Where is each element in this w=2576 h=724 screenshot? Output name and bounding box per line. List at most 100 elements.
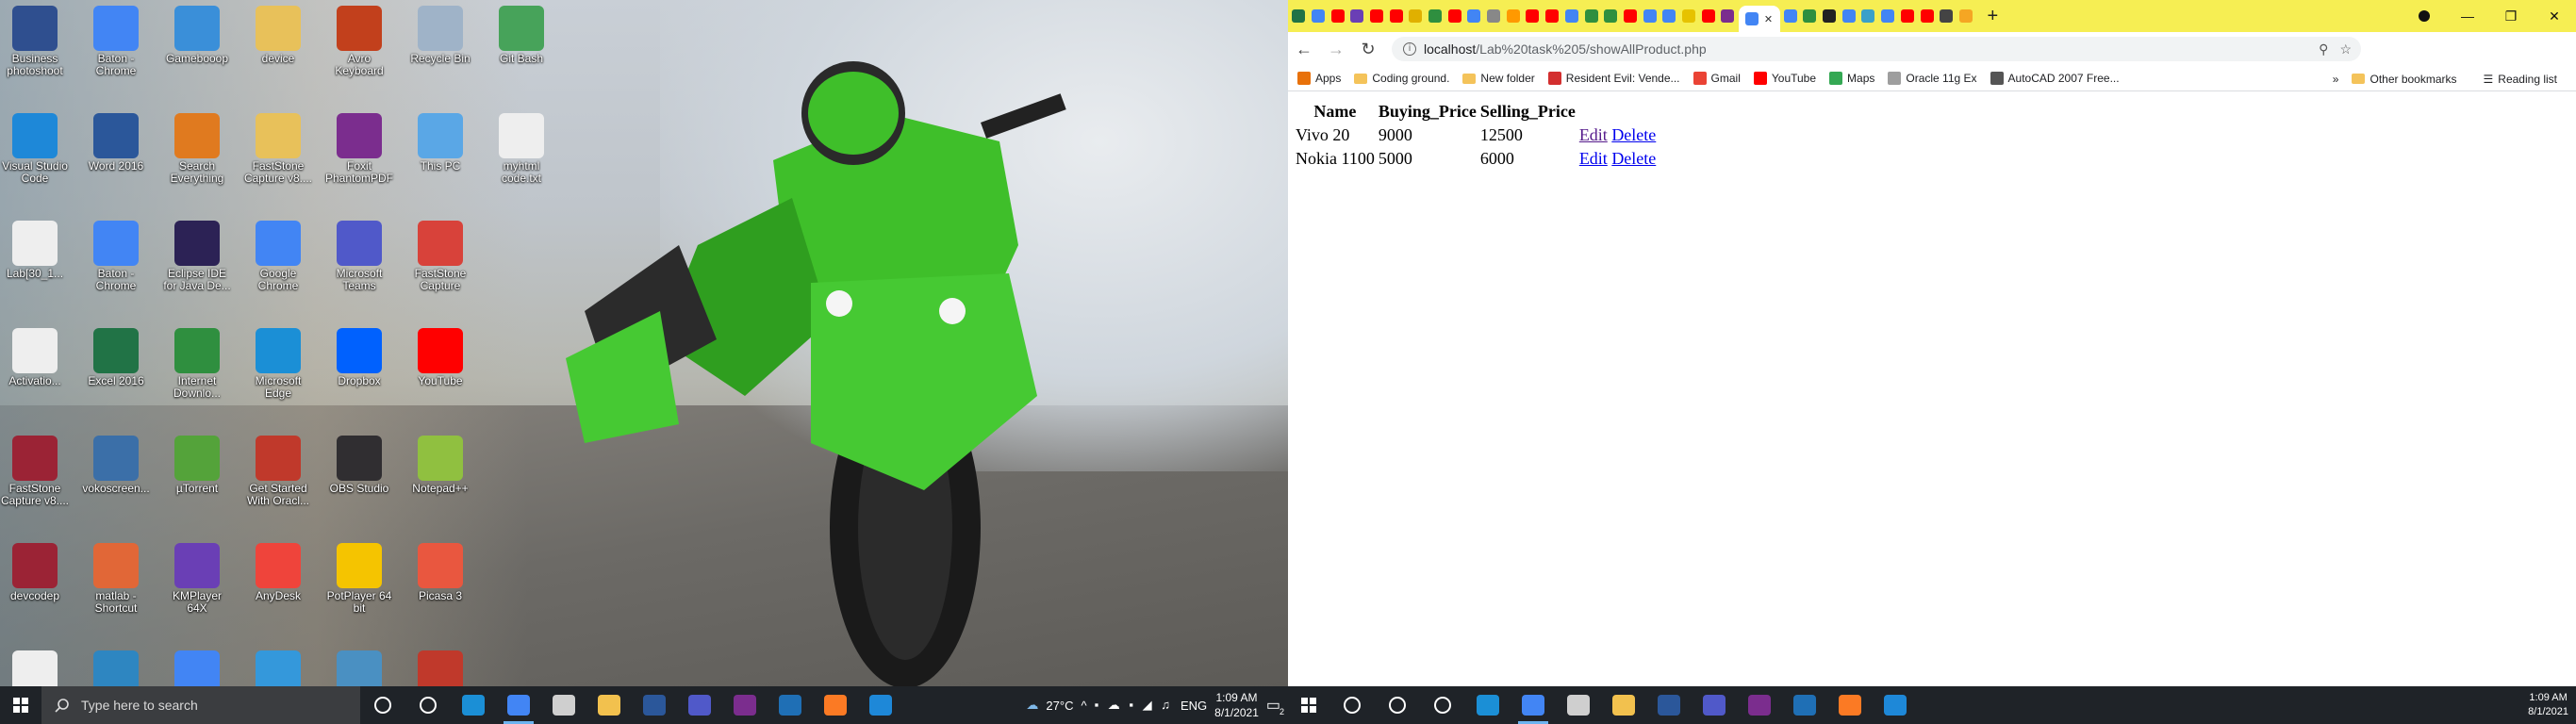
edit-link[interactable]: Edit bbox=[1579, 149, 1608, 168]
browser-tab[interactable] bbox=[1544, 6, 1561, 26]
desktop-icon[interactable]: Git Bash bbox=[487, 0, 556, 92]
bookmark-item[interactable]: Oracle 11g Ex bbox=[1888, 72, 1977, 85]
bookmark-item[interactable]: Coding ground. bbox=[1354, 72, 1449, 85]
browser-tab[interactable] bbox=[1445, 6, 1463, 26]
weather-temp[interactable]: 27°C bbox=[1046, 699, 1073, 713]
browser-tab[interactable] bbox=[1348, 6, 1366, 26]
desktop-icon[interactable]: Internet Downlo... bbox=[162, 322, 232, 415]
browser-tab[interactable] bbox=[1290, 6, 1308, 26]
desktop-icon[interactable]: Gamebooop bbox=[162, 0, 232, 92]
taskbar-app-word-file[interactable] bbox=[632, 686, 677, 724]
desktop-icon[interactable]: devcodep bbox=[0, 537, 70, 630]
browser-tab-active[interactable]: ✕ bbox=[1738, 6, 1780, 32]
desktop-icon[interactable]: Baton - Chrome bbox=[81, 0, 151, 92]
desktop-icon[interactable]: vokoscreen... bbox=[81, 430, 151, 522]
browser-tab[interactable] bbox=[1938, 6, 1956, 26]
browser-tab[interactable] bbox=[1465, 6, 1483, 26]
desktop-icon[interactable]: AnyDesk bbox=[243, 537, 313, 630]
browser-tab[interactable] bbox=[1485, 6, 1503, 26]
bookmark-item[interactable]: New folder bbox=[1462, 72, 1535, 85]
taskbar-app-vscode[interactable] bbox=[1873, 686, 1918, 724]
desktop-icon[interactable]: Search Everything bbox=[162, 107, 232, 200]
desktop-icon[interactable]: Baton - Chrome bbox=[81, 215, 151, 307]
browser-tab[interactable] bbox=[1801, 6, 1819, 26]
desktop-icon[interactable]: Lab[30_1... bbox=[0, 215, 70, 307]
delete-link[interactable]: Delete bbox=[1611, 149, 1656, 168]
browser-tab[interactable] bbox=[1879, 6, 1897, 26]
taskbar-app-file-explorer[interactable] bbox=[586, 686, 632, 724]
taskbar-app-foxit[interactable] bbox=[722, 686, 768, 724]
browser-tab[interactable] bbox=[1859, 6, 1877, 26]
desktop-icon[interactable]: FastStone Capture v8.... bbox=[0, 430, 70, 522]
taskbar-app-xampp[interactable] bbox=[1827, 686, 1873, 724]
desktop-icon[interactable]: Microsoft Edge bbox=[243, 322, 313, 415]
taskbar-app-vs-installer[interactable] bbox=[1782, 686, 1827, 724]
zoom-icon[interactable]: ⚲ bbox=[2319, 41, 2328, 58]
taskbar-app-settings[interactable] bbox=[1556, 686, 1601, 724]
taskbar-app-chrome[interactable] bbox=[496, 686, 541, 724]
desktop-icon[interactable]: myhtml code.txt bbox=[487, 107, 556, 200]
taskbar-app-teams[interactable] bbox=[1692, 686, 1737, 724]
browser-tab[interactable] bbox=[1524, 6, 1542, 26]
desktop-icon[interactable]: matlab - Shortcut bbox=[81, 537, 151, 630]
taskbar-app-vscode[interactable] bbox=[858, 686, 903, 724]
bookmark-item[interactable]: Maps bbox=[1829, 72, 1874, 85]
desktop-icon[interactable]: Avro Keyboard bbox=[324, 0, 394, 92]
edit-link[interactable]: Edit bbox=[1579, 125, 1608, 144]
desktop-icon[interactable]: Visual Studio Code bbox=[0, 107, 70, 200]
browser-tab[interactable] bbox=[1719, 6, 1737, 26]
clock[interactable]: 1:09 AM 8/1/2021 bbox=[1214, 690, 1259, 720]
desktop-icon[interactable]: OBS Studio bbox=[324, 430, 394, 522]
reading-list-button[interactable]: ☰ Reading list bbox=[2484, 73, 2557, 86]
browser-tab[interactable] bbox=[1367, 6, 1385, 26]
taskbar-app-vs-installer[interactable] bbox=[768, 686, 813, 724]
minimize-button[interactable]: — bbox=[2446, 0, 2489, 32]
desktop-icon[interactable]: YouTube bbox=[405, 322, 475, 415]
browser-tab[interactable] bbox=[1621, 6, 1639, 26]
taskbar-app-file-explorer[interactable] bbox=[1601, 686, 1646, 724]
desktop-icon[interactable]: Excel 2016 bbox=[81, 322, 151, 415]
taskbar-search-box[interactable]: Type here to search bbox=[41, 686, 360, 724]
desktop-icon[interactable]: device bbox=[243, 0, 313, 92]
browser-tab[interactable] bbox=[1918, 6, 1936, 26]
desktop-icon[interactable]: Business photoshoot bbox=[0, 0, 70, 92]
browser-tab[interactable] bbox=[1427, 6, 1445, 26]
taskbar-app-foxit[interactable] bbox=[1737, 686, 1782, 724]
taskbar-app-settings[interactable] bbox=[541, 686, 586, 724]
browser-tab[interactable] bbox=[1562, 6, 1580, 26]
desktop-icon[interactable]: This PC bbox=[405, 107, 475, 200]
browser-tab[interactable] bbox=[1329, 6, 1346, 26]
browser-tab[interactable] bbox=[1840, 6, 1858, 26]
taskbar-app-edge[interactable] bbox=[451, 686, 496, 724]
desktop-icon[interactable]: Recycle Bin bbox=[405, 0, 475, 92]
address-bar[interactable]: i localhost/Lab%20task%205/showAllProduc… bbox=[1392, 37, 2361, 61]
profile-dot-icon[interactable] bbox=[2403, 0, 2446, 32]
forward-button[interactable]: → bbox=[1320, 32, 1352, 66]
tray-icons[interactable]: ▪ ☁ ▪ ◢ ♫ bbox=[1095, 698, 1173, 713]
browser-tab[interactable] bbox=[1582, 6, 1600, 26]
other-bookmarks-folder[interactable]: Other bookmarks bbox=[2352, 73, 2457, 86]
desktop-icon[interactable]: Eclipse IDE for Java De... bbox=[162, 215, 232, 307]
back-button[interactable]: ← bbox=[1288, 32, 1320, 66]
bookmark-item[interactable]: Gmail bbox=[1693, 72, 1741, 85]
language-indicator[interactable]: ENG bbox=[1181, 699, 1207, 713]
close-tab-icon[interactable]: ✕ bbox=[1764, 13, 1773, 25]
browser-tab[interactable] bbox=[1387, 6, 1405, 26]
maximize-button[interactable]: ❐ bbox=[2489, 0, 2533, 32]
browser-tab[interactable] bbox=[1504, 6, 1522, 26]
taskbar-app-xampp[interactable] bbox=[813, 686, 858, 724]
taskbar-app-edge[interactable] bbox=[1465, 686, 1511, 724]
browser-tab[interactable] bbox=[1407, 6, 1425, 26]
taskbar-app-task-view[interactable] bbox=[1420, 686, 1465, 724]
desktop-icon[interactable]: Notepad++ bbox=[405, 430, 475, 522]
taskbar-app-task-view[interactable] bbox=[405, 686, 451, 724]
desktop-icon[interactable]: Get Started With Oracl... bbox=[243, 430, 313, 522]
desktop-icon[interactable]: PotPlayer 64 bit bbox=[324, 537, 394, 630]
desktop-icon[interactable]: Microsoft Teams bbox=[324, 215, 394, 307]
taskbar-app-word-file[interactable] bbox=[1646, 686, 1692, 724]
browser-tab[interactable] bbox=[1602, 6, 1620, 26]
browser-tab[interactable] bbox=[1309, 6, 1327, 26]
desktop-icon[interactable]: Picasa 3 bbox=[405, 537, 475, 630]
browser-tab[interactable] bbox=[1781, 6, 1799, 26]
browser-tab[interactable] bbox=[1699, 6, 1717, 26]
